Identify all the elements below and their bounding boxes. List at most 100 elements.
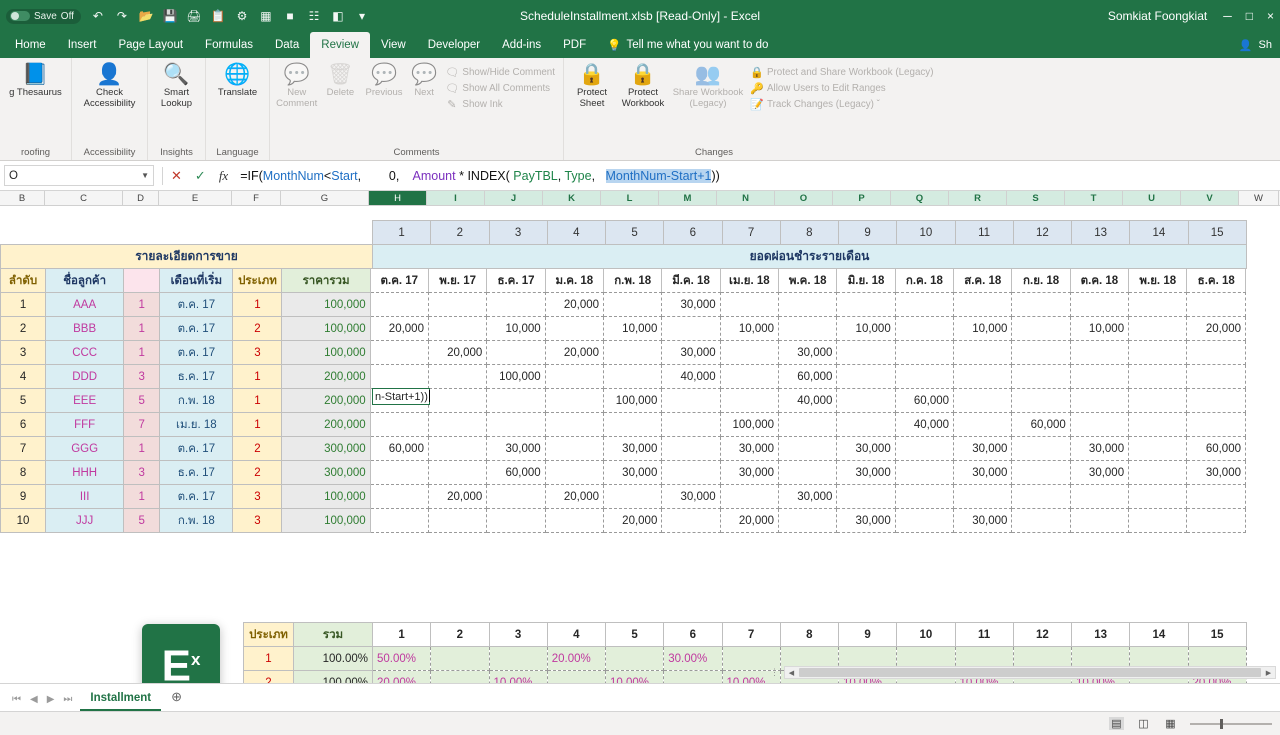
cell-payment[interactable] <box>603 484 663 509</box>
cell-payment[interactable]: 20,000 <box>719 508 780 533</box>
table-row[interactable]: 5 EEE 5 ก.พ. 18 1 200,000 100,000 40,000 60,000 <box>0 388 1246 413</box>
cell-start-month[interactable]: เม.ย. 18 <box>159 412 234 437</box>
header-start-num[interactable] <box>123 268 161 293</box>
paytbl-header-month-5[interactable]: 5 <box>604 622 665 647</box>
cell-payment[interactable] <box>953 412 1013 437</box>
header-month-12[interactable]: ก.ย. 18 <box>1011 268 1071 293</box>
table-row[interactable]: 10 JJJ 5 ก.พ. 18 3 100,000 20,000 20,000 30,000 3… <box>0 508 1246 533</box>
table-row[interactable]: 7 GGG 1 ต.ค. 17 2 300,000 60,000 30,000 30,000 30… <box>0 436 1246 461</box>
cell-payment[interactable] <box>894 316 955 341</box>
col-header-M[interactable]: M <box>659 191 717 205</box>
translate-button[interactable]: 🌐 Translate <box>211 61 264 102</box>
cell-payment[interactable] <box>894 364 955 389</box>
col-header-R[interactable]: R <box>949 191 1007 205</box>
cell-start-num[interactable]: 1 <box>123 484 161 509</box>
paytbl-header-month-14[interactable]: 14 <box>1129 622 1189 647</box>
nav-next-icon[interactable]: ▶ <box>47 694 55 705</box>
cell-payment[interactable]: 10,000 <box>836 316 896 341</box>
header-month-7[interactable]: เม.ย. 18 <box>719 268 780 293</box>
user-name[interactable]: Somkiat Foongkiat <box>1108 9 1207 23</box>
cell-payment[interactable] <box>953 388 1013 413</box>
cell-start-num[interactable]: 1 <box>123 292 161 317</box>
split-handle[interactable]: ⋮ <box>770 667 780 678</box>
save-icon[interactable]: 💾 <box>159 5 181 27</box>
inline-cell-editor[interactable]: n-Start+1)) <box>372 388 430 405</box>
cell-payment[interactable] <box>1069 412 1130 437</box>
cell-total-price[interactable]: 100,000 <box>281 508 371 533</box>
cell-payment[interactable] <box>369 412 429 437</box>
cell-customer-name[interactable]: III <box>45 484 125 509</box>
month-index-7[interactable]: 7 <box>721 220 781 245</box>
thesaurus-button[interactable]: 📘 g Thesaurus <box>5 61 66 102</box>
cell-payment[interactable] <box>894 436 955 461</box>
tab-data[interactable]: Data <box>264 32 310 58</box>
paytbl-header-month-7[interactable]: 7 <box>721 622 781 647</box>
cell-payment[interactable]: 30,000 <box>953 436 1013 461</box>
cell-payment[interactable]: 10,000 <box>953 316 1013 341</box>
name-box[interactable]: O ▼ <box>4 165 154 186</box>
cell-total-price[interactable]: 100,000 <box>281 484 371 509</box>
header-customer-name[interactable]: ชื่อลูกค้า <box>45 268 125 293</box>
col-header-E[interactable]: E <box>159 191 232 205</box>
column-header-row[interactable]: B C D E F G H I J K L M N O P Q R S T U … <box>0 191 1280 206</box>
cell-payment[interactable] <box>544 388 605 413</box>
cell-payment[interactable] <box>544 436 605 461</box>
table-row[interactable]: รายละเอียดการขาย ยอดผ่อนชำระรายเดือน <box>0 244 1247 269</box>
cell-total-price[interactable]: 300,000 <box>281 436 371 461</box>
cell-payment[interactable]: 20,000 <box>544 292 605 317</box>
cell-payment[interactable] <box>1069 292 1130 317</box>
cell-payment[interactable] <box>369 460 429 485</box>
month-index-14[interactable]: 14 <box>1129 220 1189 245</box>
cell-payment[interactable] <box>603 412 663 437</box>
paytbl-header-month-1[interactable]: 1 <box>371 622 432 647</box>
month-index-table[interactable]: 1 2 3 4 5 6 7 8 9 10 11 12 13 14 15 <box>371 220 1247 245</box>
month-index-8[interactable]: 8 <box>779 220 840 245</box>
redo-icon[interactable]: ↷ <box>111 5 133 27</box>
cell-payment[interactable] <box>1186 340 1246 365</box>
copy-icon[interactable]: 📋 <box>207 5 229 27</box>
zoom-slider[interactable] <box>1190 718 1272 729</box>
col-header-Q[interactable]: Q <box>891 191 949 205</box>
col-header-T[interactable]: T <box>1065 191 1123 205</box>
cell-start-num[interactable]: 7 <box>123 412 161 437</box>
paytbl-cell-percent[interactable]: 20.00% <box>546 646 607 671</box>
insert-function-button[interactable]: fx <box>219 168 228 184</box>
header-month-9[interactable]: มิ.ย. 18 <box>836 268 896 293</box>
cell-payment[interactable] <box>1128 412 1188 437</box>
cell-payment[interactable] <box>1128 388 1188 413</box>
cell-payment[interactable] <box>1011 508 1071 533</box>
quick-access-toolbar[interactable]: Save Off ↶ ↷ 📂 💾 🖨 📋 ⚙ ▦ ■ ☷ ◧ ▾ <box>6 5 373 27</box>
cell-payment[interactable] <box>1128 460 1188 485</box>
header-month-8[interactable]: พ.ค. 18 <box>778 268 838 293</box>
cell-payment[interactable] <box>1069 364 1130 389</box>
nav-first-icon[interactable]: ⏮ <box>12 694 21 705</box>
cell-payment[interactable] <box>427 316 488 341</box>
paytbl-header-total[interactable]: รวม <box>293 622 373 647</box>
cell-payment[interactable] <box>1011 388 1071 413</box>
add-sheet-button[interactable]: ⊕ <box>161 686 192 711</box>
col-header-F[interactable]: F <box>232 191 281 205</box>
header-type[interactable]: ประเภท <box>232 268 283 293</box>
month-index-2[interactable]: 2 <box>430 220 490 245</box>
tab-developer[interactable]: Developer <box>417 32 491 58</box>
main-header-table[interactable]: ลำดับ ชื่อลูกค้า เดือนที่เริ่ม ประเภท รา… <box>0 268 1246 293</box>
cell-type[interactable]: 1 <box>232 364 283 389</box>
month-index-10[interactable]: 10 <box>896 220 956 245</box>
cell-payment[interactable] <box>1011 460 1071 485</box>
cell-payment[interactable] <box>1069 340 1130 365</box>
cell-payment[interactable] <box>1011 484 1071 509</box>
col-header-K[interactable]: K <box>543 191 601 205</box>
cell-total-price[interactable]: 100,000 <box>281 316 371 341</box>
cell-start-month[interactable]: ธ.ค. 17 <box>159 364 234 389</box>
table-row[interactable]: 6 FFF 7 เม.ย. 18 1 200,000 100,000 40,000 60,000 <box>0 412 1246 437</box>
group-header-table[interactable]: รายละเอียดการขาย ยอดผ่อนชำระรายเดือน <box>0 244 1247 269</box>
cell-payment[interactable] <box>427 436 488 461</box>
cell-start-num[interactable]: 1 <box>123 316 161 341</box>
cell-payment[interactable]: 30,000 <box>778 484 838 509</box>
cell-payment[interactable] <box>427 412 488 437</box>
installment-table[interactable]: 1 AAA 1 ต.ค. 17 1 100,000 20,000 30,000 2 BBB 1 ต.ค… <box>0 292 1246 533</box>
cell-payment[interactable]: 60,000 <box>486 460 546 485</box>
paytbl-cell-type[interactable]: 1 <box>243 646 294 671</box>
cell-payment[interactable] <box>836 388 896 413</box>
cell-payment[interactable]: 20,000 <box>544 484 605 509</box>
